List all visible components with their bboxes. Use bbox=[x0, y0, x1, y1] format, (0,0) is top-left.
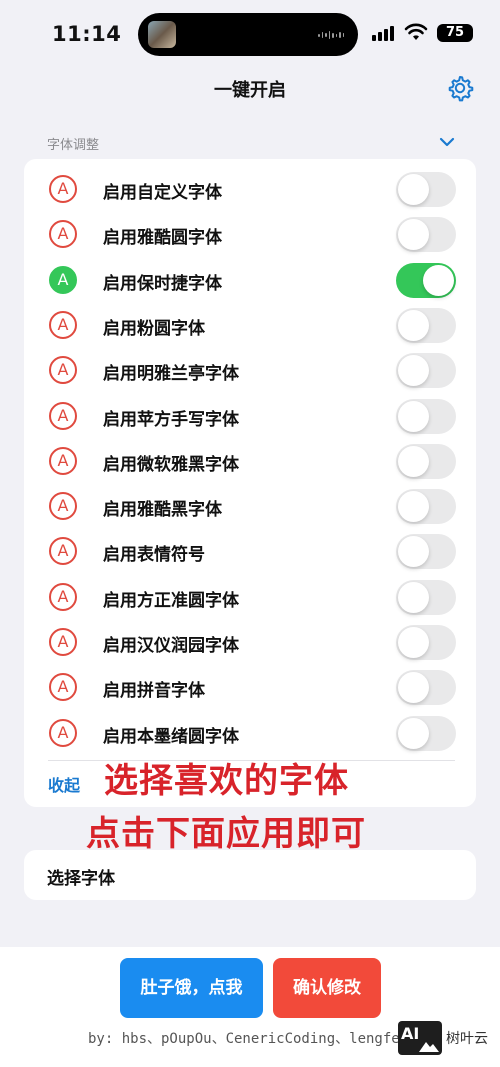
instruction-text-line2: 点击下面应用即可 bbox=[86, 814, 366, 854]
font-toggle-switch[interactable] bbox=[396, 579, 456, 615]
font-option-label: 启用方正准圆字体 bbox=[103, 590, 239, 611]
toggle-knob bbox=[398, 309, 429, 341]
dynamic-island bbox=[138, 13, 358, 56]
toggle-knob bbox=[398, 717, 429, 749]
font-toggle-switch[interactable] bbox=[396, 625, 456, 660]
toggle-knob bbox=[398, 174, 429, 205]
toggle-knob bbox=[398, 536, 429, 568]
font-toggle-switch[interactable] bbox=[396, 353, 456, 389]
font-toggle-switch[interactable] bbox=[396, 398, 456, 434]
font-letter-icon: A bbox=[49, 446, 77, 475]
toggle-knob bbox=[398, 627, 429, 658]
toggle-knob bbox=[398, 672, 429, 704]
now-playing-thumbnail bbox=[148, 21, 176, 48]
font-letter-icon: A bbox=[49, 220, 77, 249]
font-toggle-switch[interactable] bbox=[396, 715, 456, 751]
select-font-row[interactable]: 选择字体 bbox=[24, 850, 476, 900]
mountain-icon bbox=[419, 1042, 439, 1052]
font-toggle-switch[interactable] bbox=[396, 670, 456, 706]
gear-icon[interactable] bbox=[446, 74, 474, 102]
font-option-row[interactable]: A 启用苹方手写字体 bbox=[24, 394, 476, 439]
font-option-row[interactable]: A 启用汉仪润园字体 bbox=[24, 620, 476, 665]
font-option-label: 启用汉仪润园字体 bbox=[103, 636, 239, 656]
cellular-signal-icon bbox=[372, 26, 394, 41]
font-option-row[interactable]: A 启用本墨绪圆字体 bbox=[24, 711, 476, 756]
wifi-icon bbox=[404, 23, 428, 40]
font-letter-icon: A bbox=[49, 673, 77, 702]
font-letter-icon: A bbox=[49, 265, 77, 294]
font-option-row[interactable]: A 启用雅酷圆字体 bbox=[24, 212, 476, 257]
font-toggle-switch[interactable] bbox=[396, 307, 456, 343]
font-option-label: 启用粉圆字体 bbox=[103, 318, 205, 339]
font-letter-icon: A bbox=[49, 175, 77, 203]
toggle-knob bbox=[398, 445, 429, 477]
font-option-label: 启用本墨绪圆字体 bbox=[103, 726, 239, 747]
chevron-down-icon[interactable] bbox=[439, 136, 455, 148]
toggle-knob bbox=[398, 491, 429, 523]
hungry-button[interactable]: 肚子饿，点我 bbox=[120, 958, 263, 1018]
font-option-label: 启用保时捷字体 bbox=[103, 273, 222, 294]
font-option-row[interactable]: A 启用雅酷黑字体 bbox=[24, 484, 476, 529]
font-option-row[interactable]: A 启用表情符号 bbox=[24, 529, 476, 574]
credits-text: by: hbs、pOupOu、CenericCoding、lengfen bbox=[88, 1031, 409, 1047]
watermark-name: 树叶云 bbox=[446, 1031, 488, 1047]
font-toggle-switch[interactable] bbox=[396, 217, 456, 253]
font-letter-icon: A bbox=[49, 628, 77, 656]
page-title: 一键开启 bbox=[214, 80, 286, 101]
font-option-label: 启用雅酷黑字体 bbox=[103, 500, 222, 521]
font-toggle-switch[interactable] bbox=[396, 534, 456, 570]
font-option-row[interactable]: A 启用微软雅黑字体 bbox=[24, 439, 476, 484]
toggle-knob bbox=[398, 400, 429, 432]
instruction-text-line1: 选择喜欢的字体 bbox=[104, 761, 349, 801]
confirm-button[interactable]: 确认修改 bbox=[273, 958, 381, 1018]
status-time: 11:14 bbox=[52, 22, 122, 46]
section-header: 字体调整 bbox=[47, 138, 100, 153]
select-font-label: 选择字体 bbox=[47, 869, 115, 889]
font-toggle-switch[interactable] bbox=[396, 262, 456, 298]
status-bar: 11:14 75 bbox=[0, 0, 500, 68]
font-option-label: 启用自定义字体 bbox=[103, 183, 222, 203]
toggle-knob bbox=[398, 355, 429, 387]
font-letter-icon: A bbox=[49, 718, 77, 747]
font-letter-icon: A bbox=[49, 582, 77, 611]
font-options-card: A 启用自定义字体 A 启用雅酷圆字体 A 启用保时捷字体 A 启用粉圆字体 A 启用明雅兰亭字体… bbox=[24, 159, 476, 807]
font-toggle-switch[interactable] bbox=[396, 489, 456, 525]
font-option-row[interactable]: A 启用方正准圆字体 bbox=[24, 575, 476, 620]
battery-indicator: 75 bbox=[437, 24, 473, 42]
font-option-row[interactable]: A 启用明雅兰亭字体 bbox=[24, 348, 476, 393]
font-letter-icon: A bbox=[49, 537, 77, 566]
audio-wave-icon bbox=[318, 31, 344, 39]
font-letter-icon: A bbox=[49, 356, 77, 385]
font-option-row[interactable]: A 启用粉圆字体 bbox=[24, 303, 476, 348]
font-option-label: 启用苹方手写字体 bbox=[103, 409, 239, 430]
font-option-label: 启用微软雅黑字体 bbox=[103, 454, 239, 475]
font-letter-icon: A bbox=[49, 310, 77, 339]
toggle-knob bbox=[398, 219, 429, 251]
font-toggle-switch[interactable] bbox=[396, 443, 456, 479]
font-option-label: 启用明雅兰亭字体 bbox=[103, 364, 239, 385]
watermark-logo: AI bbox=[398, 1021, 442, 1055]
collapse-button[interactable]: 收起 bbox=[48, 772, 80, 796]
font-letter-icon: A bbox=[49, 492, 77, 521]
font-toggle-switch[interactable] bbox=[396, 172, 456, 207]
font-option-label: 启用表情符号 bbox=[103, 545, 205, 566]
font-option-row[interactable]: A 启用自定义字体 bbox=[24, 167, 476, 212]
font-letter-icon: A bbox=[49, 401, 77, 430]
font-option-row[interactable]: A 启用保时捷字体 bbox=[24, 258, 476, 303]
toggle-knob bbox=[398, 581, 429, 613]
watermark-logo-text: AI bbox=[401, 1024, 420, 1043]
font-option-label: 启用拼音字体 bbox=[103, 681, 205, 702]
toggle-knob bbox=[423, 264, 454, 296]
font-option-label: 启用雅酷圆字体 bbox=[103, 228, 222, 249]
font-option-row[interactable]: A 启用拼音字体 bbox=[24, 665, 476, 710]
